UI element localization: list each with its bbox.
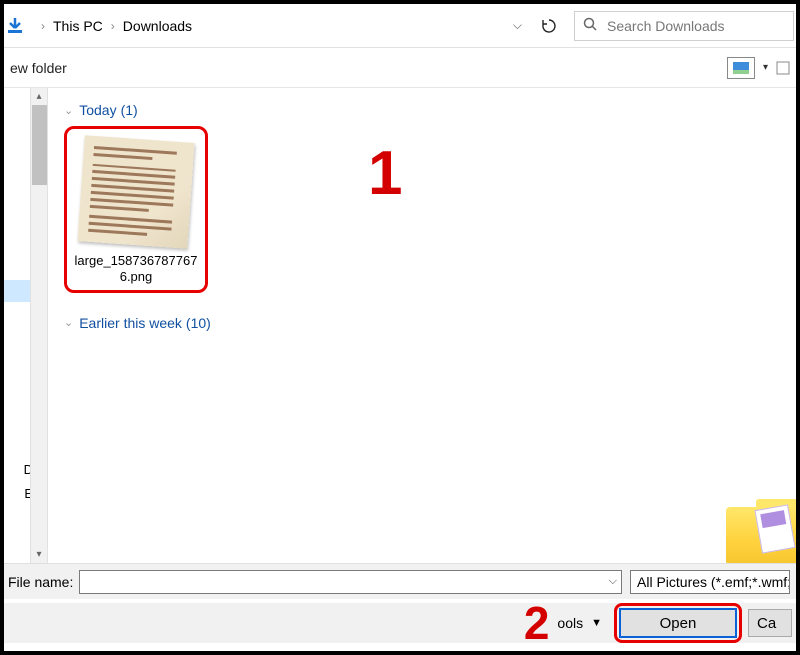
chevron-right-icon: › <box>41 19 45 33</box>
annotation-step-2: 2 <box>524 596 550 650</box>
filename-label: File name: <box>8 574 73 590</box>
chevron-down-icon: ⌄ <box>64 316 73 329</box>
search-input[interactable]: Search Downloads <box>574 11 794 41</box>
open-button-label: Open <box>660 615 697 632</box>
annotation-step-1: 1 <box>368 138 402 209</box>
group-earlier-label: Earlier this week <box>79 315 182 331</box>
file-name: large_1587367877676.png <box>71 253 201 286</box>
scroll-up-icon[interactable]: ▴ <box>36 88 41 105</box>
group-earlier-week[interactable]: ⌄ Earlier this week (10) <box>64 315 780 331</box>
search-icon <box>583 17 597 34</box>
scroll-thumb[interactable] <box>32 105 47 185</box>
filename-dropdown-icon[interactable]: ⌵ <box>609 575 617 588</box>
chevron-down-icon: ⌄ <box>64 104 73 117</box>
cancel-button-label: Ca <box>757 615 776 632</box>
download-location-icon[interactable] <box>6 17 24 35</box>
folder-icon[interactable] <box>718 473 796 563</box>
new-folder-button[interactable]: ew folder <box>10 60 67 76</box>
refresh-button[interactable] <box>532 11 566 41</box>
group-today-label: Today <box>79 102 116 118</box>
search-placeholder: Search Downloads <box>607 18 725 34</box>
file-thumbnail <box>77 135 194 248</box>
tools-label: ools <box>557 615 583 631</box>
breadcrumb-downloads[interactable]: Downloads <box>123 18 192 34</box>
navigation-tree[interactable]: D:) E:) ▴ ▾ <box>4 88 48 563</box>
nav-scrollbar[interactable]: ▴ ▾ <box>30 88 47 563</box>
help-icon[interactable] <box>776 61 790 75</box>
group-today-count: (1) <box>121 102 138 118</box>
filename-input[interactable]: ⌵ <box>79 570 622 594</box>
breadcrumb[interactable]: › This PC › Downloads <box>28 11 503 41</box>
tools-menu[interactable]: ools ▼ <box>557 615 602 631</box>
tools-dropdown-icon: ▼ <box>591 617 602 629</box>
annotation-highlight-open: Open <box>614 603 742 643</box>
filetype-filter-text: All Pictures (*.emf;*.wmf;*. <box>637 574 790 590</box>
breadcrumb-this-pc[interactable]: This PC <box>53 18 103 34</box>
chevron-right-icon: › <box>111 19 115 33</box>
address-dropdown-icon[interactable]: ⌵ <box>503 18 532 33</box>
group-today[interactable]: ⌄ Today (1) <box>64 102 780 118</box>
group-earlier-count: (10) <box>186 315 211 331</box>
file-list-pane[interactable]: ⌄ Today (1) large_1587367877676.png 1 ⌄ … <box>48 88 796 563</box>
file-item-selected[interactable]: large_1587367877676.png <box>64 126 208 293</box>
view-dropdown-icon[interactable]: ▾ <box>763 62 768 73</box>
view-options-button[interactable] <box>727 57 755 79</box>
open-button[interactable]: Open <box>619 608 737 638</box>
scroll-down-icon[interactable]: ▾ <box>36 546 41 563</box>
filetype-filter[interactable]: All Pictures (*.emf;*.wmf;*. <box>630 570 790 594</box>
cancel-button[interactable]: Ca <box>748 609 792 637</box>
